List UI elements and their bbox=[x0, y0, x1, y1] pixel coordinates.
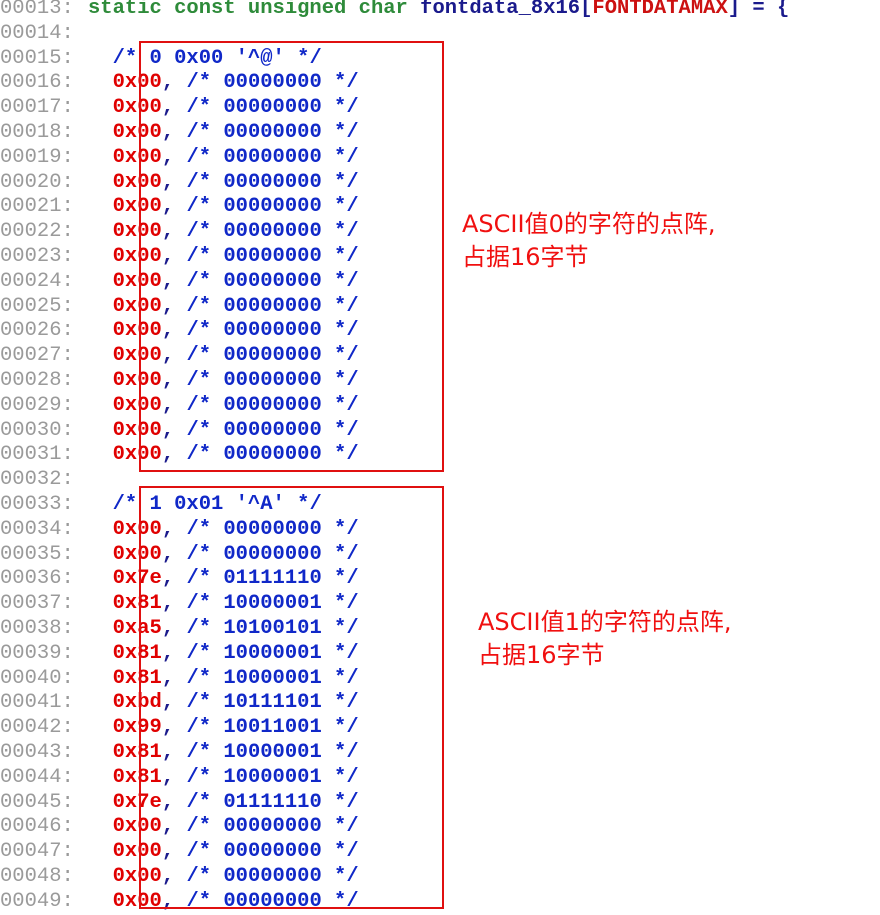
line-number: 00015: bbox=[0, 46, 74, 70]
code-line-blank: 00014: bbox=[0, 22, 88, 47]
highlight-box-char-1 bbox=[139, 486, 444, 909]
line-number: 00046: bbox=[0, 815, 74, 839]
highlight-box-char-0 bbox=[139, 41, 444, 472]
line-number: 00040: bbox=[0, 666, 74, 690]
line-number: 00047: bbox=[0, 840, 74, 864]
line-number: 00039: bbox=[0, 641, 74, 665]
line-number: 00045: bbox=[0, 790, 74, 814]
line-number: 00017: bbox=[0, 96, 74, 120]
line-number: 00032: bbox=[0, 468, 74, 492]
punctuation: ] = { bbox=[727, 0, 790, 20]
line-number: 00036: bbox=[0, 567, 74, 591]
line-number: 00041: bbox=[0, 691, 74, 715]
line-number: 00044: bbox=[0, 765, 74, 789]
line-number: 00024: bbox=[0, 269, 74, 293]
line-number: 00031: bbox=[0, 443, 74, 467]
line-number: 00035: bbox=[0, 542, 74, 566]
line-number: 00026: bbox=[0, 319, 74, 343]
line-number: 00034: bbox=[0, 517, 74, 541]
line-number: 00042: bbox=[0, 716, 74, 740]
code-line-header: 00013: static const unsigned char fontdat… bbox=[0, 0, 789, 22]
line-number: 00016: bbox=[0, 71, 74, 95]
line-number: 00048: bbox=[0, 865, 74, 888]
line-number: 00038: bbox=[0, 617, 74, 640]
line-number: 00030: bbox=[0, 418, 74, 442]
line-number: 00020: bbox=[0, 170, 74, 194]
line-number: 00037: bbox=[0, 592, 74, 616]
line-number: 00049: bbox=[0, 889, 74, 913]
code-line-blank: 00032: bbox=[0, 468, 88, 493]
line-number: 00025: bbox=[0, 294, 74, 318]
annotation-char-0: ASCII值0的字符的点阵, 占据16字节 bbox=[462, 210, 716, 271]
macro-name: FONTDATAMAX bbox=[592, 0, 728, 20]
line-number: 00013: bbox=[0, 0, 74, 20]
line-number: 00022: bbox=[0, 220, 74, 244]
line-number: 00033: bbox=[0, 493, 74, 516]
punctuation: [ bbox=[580, 0, 593, 20]
line-number: 00019: bbox=[0, 145, 74, 169]
identifier: fontdata_8x16 bbox=[420, 0, 581, 20]
line-number: 00027: bbox=[0, 344, 74, 368]
line-number: 00043: bbox=[0, 741, 74, 764]
keyword: static const unsigned char bbox=[88, 0, 408, 20]
line-number: 00023: bbox=[0, 245, 74, 268]
line-number: 00028: bbox=[0, 369, 74, 392]
line-number: 00018: bbox=[0, 121, 74, 144]
line-number: 00021: bbox=[0, 195, 74, 219]
annotation-char-1: ASCII值1的字符的点阵, 占据16字节 bbox=[478, 608, 732, 669]
line-number: 00029: bbox=[0, 393, 74, 417]
line-number: 00014: bbox=[0, 21, 74, 45]
